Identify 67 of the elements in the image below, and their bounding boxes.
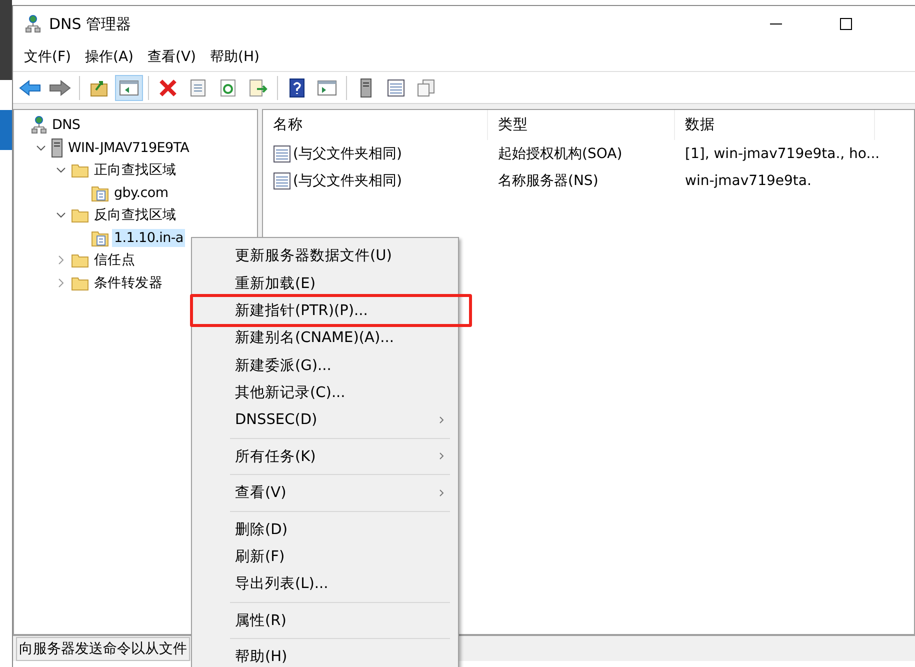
chevron-down-icon[interactable] (36, 144, 46, 151)
properties-icon (189, 78, 207, 96)
chevron-down-icon[interactable] (56, 167, 66, 174)
tree-item[interactable]: WIN-JMAV719E9TA (66, 138, 192, 157)
menu-item[interactable]: 新建委派(G)... (192, 352, 458, 379)
chevron-right-icon[interactable] (58, 255, 64, 266)
table-cell-text: win-jmav719e9ta. (684, 172, 812, 188)
export-list-icon (248, 78, 268, 96)
tree-item[interactable]: 条件转发器 (92, 272, 165, 293)
status-text: 向服务器发送命令以从文件 (16, 636, 190, 660)
menu-item[interactable]: 删除(D) (192, 516, 458, 543)
tree-item[interactable]: gby.com (112, 184, 170, 202)
tree-item[interactable]: 信任点 (92, 250, 138, 270)
tree-item[interactable]: DNS (50, 116, 82, 134)
menu-item[interactable]: DNSSEC(D) (192, 406, 458, 434)
menu-item[interactable]: 文件(F) (17, 48, 78, 66)
folder-icon (71, 207, 89, 224)
menu-item[interactable]: 导出列表(L)... (192, 570, 458, 598)
menu-item[interactable]: 查看(V) (192, 479, 458, 507)
folder-icon (71, 274, 89, 291)
tree-item[interactable]: 正向查找区域 (92, 160, 178, 180)
forward-arrow-icon (49, 80, 71, 96)
chevron-right-icon[interactable] (58, 278, 64, 288)
network-icon (31, 116, 47, 134)
delete-icon (159, 78, 177, 96)
tree-item[interactable]: 反向查找区域 (92, 205, 178, 226)
window-title: DNS 管理器 (49, 14, 132, 34)
zone-file-icon (91, 184, 109, 202)
table-cell-text: 名称服务器(NS) (497, 172, 600, 190)
menu-item[interactable]: 所有任务(K) (192, 442, 458, 470)
help-icon (289, 78, 305, 98)
refresh-icon (219, 78, 237, 96)
record-list-icon (387, 78, 405, 96)
back-arrow-icon (19, 80, 41, 96)
menu-item[interactable]: 新建指针(PTR)(P)... (190, 294, 472, 328)
record-list-icon (273, 144, 291, 162)
console-tree-icon (119, 80, 139, 96)
copy-icon (417, 78, 435, 96)
table-cell-text: 起始授权机构(SOA) (497, 144, 624, 162)
column-header[interactable]: 类型 (488, 110, 675, 140)
server-icon (360, 78, 372, 98)
zone-file-icon (91, 228, 109, 247)
column-header[interactable]: 名称 (263, 110, 488, 140)
action-pane-icon (317, 80, 337, 96)
chevron-down-icon[interactable] (56, 212, 66, 218)
menu-item[interactable]: 更新服务器数据文件(U) (192, 242, 458, 270)
minimize-icon[interactable] (770, 23, 782, 25)
folder-up-icon (90, 78, 108, 96)
table-cell: (与父文件夹相同) (263, 172, 488, 190)
menu-item[interactable]: 刷新(F) (192, 542, 458, 570)
server-icon (51, 138, 63, 158)
menu-item[interactable]: 帮助(H) (192, 643, 458, 667)
table-cell-text: [1], win-jmav719e9ta., ho... (684, 146, 881, 162)
column-header[interactable]: 数据 (675, 110, 875, 140)
menu-item[interactable]: 操作(A) (78, 48, 140, 66)
table-cell: (与父文件夹相同) (263, 144, 488, 162)
menu-item[interactable]: 其他新记录(C)... (192, 378, 458, 406)
menu-item[interactable]: 帮助(H) (203, 48, 266, 66)
menu-item[interactable]: 查看(V) (140, 48, 204, 66)
menu-item[interactable]: 属性(R) (192, 606, 458, 634)
background-window (0, 110, 12, 150)
folder-icon (71, 162, 89, 178)
maximize-icon[interactable] (840, 18, 852, 30)
folder-icon (71, 252, 89, 268)
network-icon (25, 15, 41, 33)
tree-item[interactable]: 1.1.10.in-a (112, 228, 186, 247)
record-list-icon (273, 172, 291, 190)
